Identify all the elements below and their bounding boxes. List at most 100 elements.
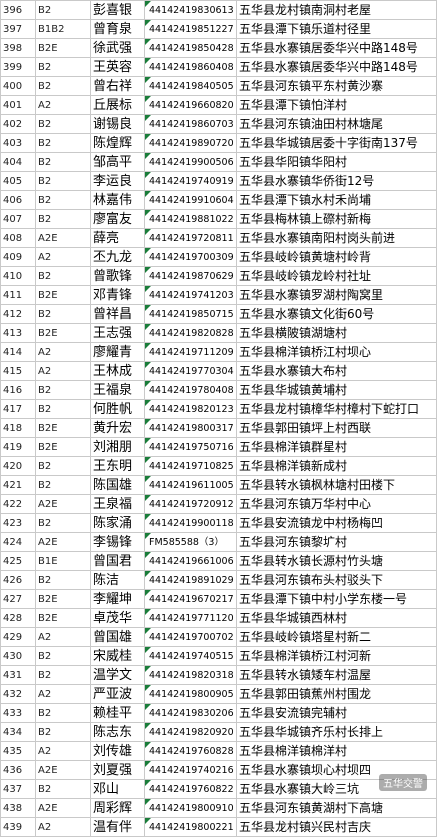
name-cell[interactable]: 何胜帆 <box>90 399 145 419</box>
address-cell[interactable]: 五华县龙村镇兴民村吉庆 <box>236 817 437 837</box>
name-cell[interactable]: 曾国君 <box>90 551 145 571</box>
license-class-cell[interactable]: A2 <box>35 627 91 647</box>
id-number-cell[interactable]: 44142419820318 <box>144 665 237 685</box>
id-number-cell[interactable]: 44142419670217 <box>144 589 237 609</box>
id-number-cell[interactable]: 44142419661006 <box>144 551 237 571</box>
name-cell[interactable]: 廖富友 <box>90 209 145 229</box>
id-number-cell[interactable]: 44142419870629 <box>144 266 237 286</box>
license-class-cell[interactable]: B2 <box>35 665 91 685</box>
address-cell[interactable]: 五华县转水镇枫林塘村田楼下 <box>236 475 437 495</box>
address-cell[interactable]: 五华县棉洋镇新成村 <box>236 456 437 476</box>
row-number-cell[interactable]: 404 <box>0 152 36 172</box>
row-number-cell[interactable]: 425 <box>0 551 36 571</box>
address-cell[interactable]: 五华县华阳镇华阳村 <box>236 152 437 172</box>
row-number-cell[interactable]: 399 <box>0 57 36 77</box>
id-number-cell[interactable]: 44142419800317 <box>144 418 237 438</box>
license-class-cell[interactable]: B2 <box>35 646 91 666</box>
row-number-cell[interactable]: 411 <box>0 285 36 305</box>
name-cell[interactable]: 薛亮 <box>90 228 145 248</box>
id-number-cell[interactable]: 44142419660820 <box>144 95 237 115</box>
address-cell[interactable]: 五华县河东镇万华村中心 <box>236 494 437 514</box>
license-class-cell[interactable]: B2 <box>35 209 91 229</box>
name-cell[interactable]: 邓青锋 <box>90 285 145 305</box>
name-cell[interactable]: 李运良 <box>90 171 145 191</box>
license-class-cell[interactable]: A2 <box>35 741 91 761</box>
name-cell[interactable]: 王福泉 <box>90 380 145 400</box>
row-number-cell[interactable]: 398 <box>0 38 36 58</box>
address-cell[interactable]: 五华县郭田镇坪上村西联 <box>236 418 437 438</box>
name-cell[interactable]: 彭喜银 <box>90 0 145 20</box>
row-number-cell[interactable]: 435 <box>0 741 36 761</box>
id-number-cell[interactable]: 44142419740216 <box>144 760 237 780</box>
license-class-cell[interactable]: B2 <box>35 133 91 153</box>
id-number-cell[interactable]: 44142419860408 <box>144 57 237 77</box>
address-cell[interactable]: 五华县水寨镇居委华兴中路148号 <box>236 38 437 58</box>
license-class-cell[interactable]: A2E <box>35 760 91 780</box>
name-cell[interactable]: 周彩辉 <box>90 798 145 818</box>
row-number-cell[interactable]: 402 <box>0 114 36 134</box>
row-number-cell[interactable]: 428 <box>0 608 36 628</box>
id-number-cell[interactable]: 44142419700702 <box>144 627 237 647</box>
id-number-cell[interactable]: 44142419780408 <box>144 380 237 400</box>
name-cell[interactable]: 曾祥昌 <box>90 304 145 324</box>
row-number-cell[interactable]: 413 <box>0 323 36 343</box>
id-number-cell[interactable]: 44142419760822 <box>144 779 237 799</box>
address-cell[interactable]: 五华县河东镇油田村林塘尾 <box>236 114 437 134</box>
id-number-cell[interactable]: 44142419830206 <box>144 703 237 723</box>
id-number-cell[interactable]: 44142419820920 <box>144 722 237 742</box>
id-number-cell[interactable]: 44142419900506 <box>144 152 237 172</box>
license-class-cell[interactable]: B2 <box>35 399 91 419</box>
license-class-cell[interactable]: B2E <box>35 418 91 438</box>
address-cell[interactable]: 五华县河东镇布头村驳头下 <box>236 570 437 590</box>
name-cell[interactable]: 刘湘朋 <box>90 437 145 457</box>
address-cell[interactable]: 五华县横陂镇湖塘村 <box>236 323 437 343</box>
license-class-cell[interactable]: B2 <box>35 475 91 495</box>
id-number-cell[interactable]: 44142419740919 <box>144 171 237 191</box>
id-number-cell[interactable]: 44142419711209 <box>144 342 237 362</box>
license-class-cell[interactable]: B2 <box>35 266 91 286</box>
id-number-cell[interactable]: 44142419750716 <box>144 437 237 457</box>
row-number-cell[interactable]: 417 <box>0 399 36 419</box>
name-cell[interactable]: 温有伴 <box>90 817 145 837</box>
license-class-cell[interactable]: A2E <box>35 798 91 818</box>
name-cell[interactable]: 王东明 <box>90 456 145 476</box>
row-number-cell[interactable]: 416 <box>0 380 36 400</box>
license-class-cell[interactable]: B2 <box>35 190 91 210</box>
id-number-cell[interactable]: 44142419760828 <box>144 741 237 761</box>
id-number-cell[interactable]: 44142419890720 <box>144 133 237 153</box>
address-cell[interactable]: 五华县河东镇平东村黄沙寨 <box>236 76 437 96</box>
id-number-cell[interactable]: 44142419720811 <box>144 228 237 248</box>
row-number-cell[interactable]: 438 <box>0 798 36 818</box>
row-number-cell[interactable]: 407 <box>0 209 36 229</box>
id-number-cell[interactable]: 44142419850428 <box>144 38 237 58</box>
id-number-cell[interactable]: 44142419611005 <box>144 475 237 495</box>
row-number-cell[interactable]: 397 <box>0 19 36 39</box>
address-cell[interactable]: 五华县华城镇黄埔村 <box>236 380 437 400</box>
row-number-cell[interactable]: 424 <box>0 532 36 552</box>
id-number-cell[interactable]: 44142419800910 <box>144 798 237 818</box>
license-class-cell[interactable]: A2 <box>35 95 91 115</box>
address-cell[interactable]: 五华县华城镇齐乐村长排上 <box>236 722 437 742</box>
name-cell[interactable]: 宋威桂 <box>90 646 145 666</box>
name-cell[interactable]: 卓茂华 <box>90 608 145 628</box>
name-cell[interactable]: 王泉福 <box>90 494 145 514</box>
name-cell[interactable]: 严亚波 <box>90 684 145 704</box>
id-number-cell[interactable]: 44142419741203 <box>144 285 237 305</box>
name-cell[interactable]: 廖耀青 <box>90 342 145 362</box>
address-cell[interactable]: 五华县潭下镇中村小学东楼一号 <box>236 589 437 609</box>
row-number-cell[interactable]: 421 <box>0 475 36 495</box>
address-cell[interactable]: 五华县潭下镇水村禾尚埔 <box>236 190 437 210</box>
id-number-cell[interactable]: 44142419840505 <box>144 76 237 96</box>
row-number-cell[interactable]: 403 <box>0 133 36 153</box>
id-number-cell[interactable]: 44142419891029 <box>144 570 237 590</box>
row-number-cell[interactable]: 396 <box>0 0 36 20</box>
license-class-cell[interactable]: B1E <box>35 551 91 571</box>
address-cell[interactable]: 五华县华城镇居委十字街南137号 <box>236 133 437 153</box>
row-number-cell[interactable]: 415 <box>0 361 36 381</box>
license-class-cell[interactable]: B2 <box>35 152 91 172</box>
address-cell[interactable]: 五华县棉洋镇棉洋村 <box>236 741 437 761</box>
name-cell[interactable]: 曾歌锋 <box>90 266 145 286</box>
row-number-cell[interactable]: 408 <box>0 228 36 248</box>
address-cell[interactable]: 五华县水寨镇南阳村岗头前进 <box>236 228 437 248</box>
license-class-cell[interactable]: B2E <box>35 589 91 609</box>
